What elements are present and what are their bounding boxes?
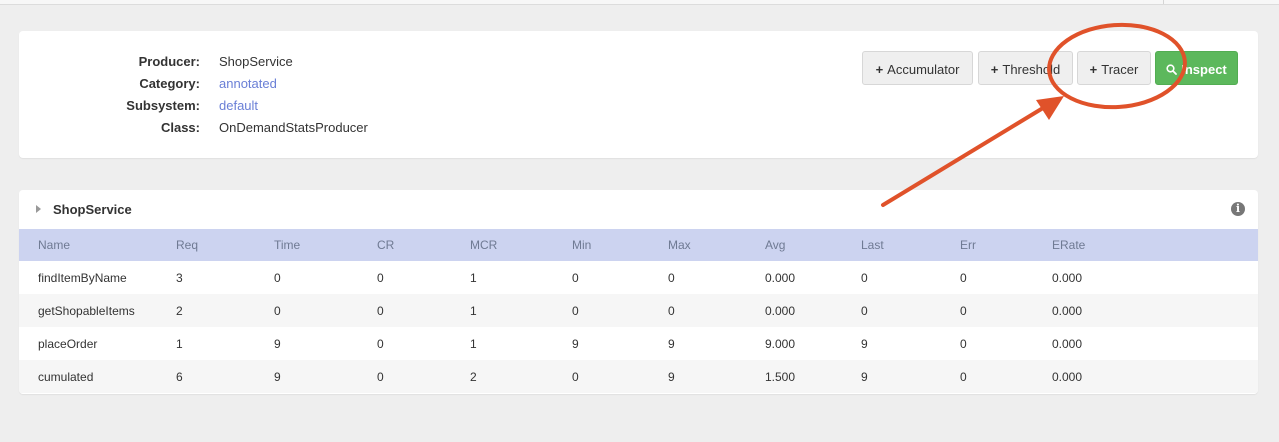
cell-time: 9 [274, 336, 281, 351]
cell-avg: 0.000 [765, 294, 861, 327]
cell-mcr: 1 [470, 270, 477, 285]
cell-max: 9 [668, 360, 765, 393]
column-header-last[interactable]: Last [861, 229, 960, 261]
plus-icon: + [990, 62, 999, 77]
cell-min: 0 [572, 294, 668, 327]
cell-err: 0 [960, 336, 967, 351]
cell-req: 2 [176, 294, 274, 327]
cell-min: 9 [572, 336, 579, 351]
cell-last: 9 [861, 360, 960, 393]
info-label: Category: [139, 76, 200, 91]
plus-icon: + [1089, 62, 1098, 77]
column-header-max[interactable]: Max [668, 229, 765, 261]
info-label: Class: [160, 120, 200, 135]
top-bar-divider [1163, 0, 1164, 4]
cell-erate: 0.000 [1052, 270, 1083, 285]
cell-err: 0 [960, 294, 1052, 327]
plus-icon: + [875, 62, 884, 77]
cell-req: 3 [176, 270, 183, 285]
caret-right-icon[interactable] [36, 205, 41, 213]
column-header-erate[interactable]: ERate [1052, 229, 1258, 261]
add-threshold-button[interactable]: + Threshold [978, 51, 1073, 85]
cell-err: 0 [960, 270, 967, 285]
stats-table: Name Req Time CR MCR Min Max Avg Last Er… [19, 229, 1258, 393]
table-header-row: Name Req Time CR MCR Min Max Avg Last Er… [19, 229, 1258, 261]
search-icon [1166, 64, 1178, 75]
cell-max: 0 [668, 294, 765, 327]
column-header-name[interactable]: Name [19, 229, 176, 261]
info-icon[interactable]: i [1231, 202, 1245, 216]
cell-last: 0 [861, 270, 868, 285]
table-row: findItemByName 3 0 0 1 0 0 0.000 0 0 0.0… [19, 261, 1258, 294]
category-link[interactable]: annotated [219, 74, 277, 94]
cell-min: 0 [572, 270, 579, 285]
cell-last: 0 [861, 294, 960, 327]
cell-last: 9 [861, 336, 868, 351]
cell-avg: 0.000 [765, 270, 796, 285]
cell-mcr: 1 [470, 336, 477, 351]
table-row: getShopableItems 2 0 0 1 0 0 0.000 0 0 0… [19, 294, 1258, 327]
column-header-err[interactable]: Err [960, 229, 1052, 261]
cell-time: 0 [274, 270, 281, 285]
inspect-button-label: Inspect [1181, 62, 1227, 77]
column-header-req[interactable]: Req [176, 229, 274, 261]
cell-max: 0 [668, 270, 675, 285]
stats-table-card: ShopService i Name Req Time CR MCR Min M… [19, 190, 1258, 394]
cell-erate: 0.000 [1052, 294, 1258, 327]
cell-req: 1 [176, 336, 183, 351]
stats-panel-title: ShopService [53, 202, 132, 217]
cell-name: cumulated [19, 360, 176, 393]
cell-name: placeOrder [38, 336, 98, 351]
column-header-mcr[interactable]: MCR [470, 229, 572, 261]
tracer-button[interactable]: + Tracer [1077, 51, 1151, 85]
info-label: Subsystem: [126, 98, 200, 113]
info-label: Producer: [138, 54, 200, 69]
producer-value: ShopService [219, 54, 293, 69]
top-bar [0, 0, 1279, 5]
table-row: cumulated 6 9 0 2 0 9 1.500 9 0 0.000 [19, 360, 1258, 393]
cell-cr: 0 [377, 336, 384, 351]
cell-name: getShopableItems [19, 294, 176, 327]
column-header-cr[interactable]: CR [377, 229, 470, 261]
cell-cr: 0 [377, 294, 470, 327]
table-row: placeOrder 1 9 0 1 9 9 9.000 9 0 0.000 [19, 327, 1258, 360]
column-header-min[interactable]: Min [572, 229, 668, 261]
column-header-time[interactable]: Time [274, 229, 377, 261]
cell-cr: 0 [377, 270, 384, 285]
cell-erate: 0.000 [1052, 336, 1083, 351]
column-header-avg[interactable]: Avg [765, 229, 861, 261]
inspect-button[interactable]: Inspect [1155, 51, 1238, 85]
accumulator-button-label: Accumulator [887, 62, 960, 77]
add-accumulator-button[interactable]: + Accumulator [862, 51, 973, 85]
cell-avg: 9.000 [765, 336, 796, 351]
stats-panel-header[interactable]: ShopService i [19, 190, 1258, 230]
cell-time: 9 [274, 360, 377, 393]
cell-erate: 0.000 [1052, 360, 1258, 393]
threshold-button-label: Threshold [1002, 62, 1061, 77]
cell-max: 9 [668, 336, 675, 351]
cell-req: 6 [176, 360, 274, 393]
cell-mcr: 2 [470, 360, 572, 393]
cell-mcr: 1 [470, 294, 572, 327]
class-value: OnDemandStatsProducer [219, 120, 368, 135]
cell-name: findItemByName [38, 270, 127, 285]
cell-err: 0 [960, 360, 1052, 393]
subsystem-link[interactable]: default [219, 96, 258, 116]
tracer-button-label: Tracer [1101, 62, 1139, 77]
producer-info-card: Producer: ShopService Category: annotate… [19, 31, 1258, 158]
cell-time: 0 [274, 294, 377, 327]
cell-min: 0 [572, 360, 668, 393]
cell-cr: 0 [377, 360, 470, 393]
cell-avg: 1.500 [765, 360, 861, 393]
